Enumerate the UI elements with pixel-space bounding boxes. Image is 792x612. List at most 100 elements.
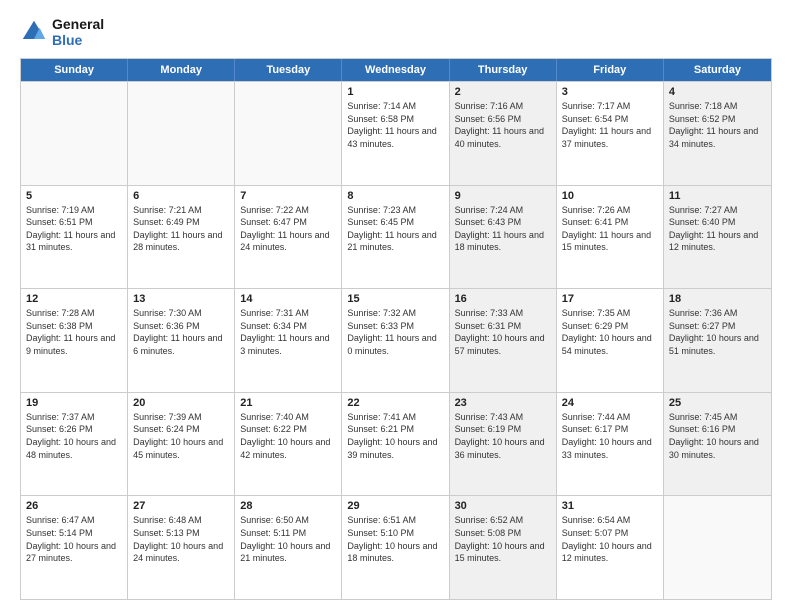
day-info: Sunrise: 7:18 AM Sunset: 6:52 PM Dayligh…	[669, 100, 766, 150]
day-number: 5	[26, 190, 122, 202]
calendar: SundayMondayTuesdayWednesdayThursdayFrid…	[20, 58, 772, 600]
day-info: Sunrise: 7:16 AM Sunset: 6:56 PM Dayligh…	[455, 100, 551, 150]
day-number: 7	[240, 190, 336, 202]
day-info: Sunrise: 7:27 AM Sunset: 6:40 PM Dayligh…	[669, 204, 766, 254]
day-number: 30	[455, 500, 551, 512]
day-info: Sunrise: 7:30 AM Sunset: 6:36 PM Dayligh…	[133, 307, 229, 357]
day-info: Sunrise: 7:43 AM Sunset: 6:19 PM Dayligh…	[455, 411, 551, 461]
day-info: Sunrise: 7:14 AM Sunset: 6:58 PM Dayligh…	[347, 100, 443, 150]
calendar-cell: 22Sunrise: 7:41 AM Sunset: 6:21 PM Dayli…	[342, 393, 449, 496]
calendar-cell: 31 Sunrise: 6:54 AM Sunset: 5:07 PM Dayli…	[557, 496, 664, 599]
day-info: Sunrise: 7:40 AM Sunset: 6:22 PM Dayligh…	[240, 411, 336, 461]
calendar-cell: 7 Sunrise: 7:22 AM Sunset: 6:47 PM Daylig…	[235, 186, 342, 289]
calendar-cell: 26 Sunrise: 6:47 AM Sunset: 5:14 PM Dayli…	[21, 496, 128, 599]
day-info: Sunrise: 7:45 AM Sunset: 6:16 PM Dayligh…	[669, 411, 766, 461]
day-number: 6	[133, 190, 229, 202]
day-info: Sunrise: 6:54 AM Sunset: 5:07 PM Dayligh…	[562, 514, 658, 564]
calendar-header: SundayMondayTuesdayWednesdayThursdayFrid…	[21, 59, 771, 81]
day-number: 13	[133, 293, 229, 305]
day-number: 10	[562, 190, 658, 202]
day-number: 24	[562, 397, 658, 409]
calendar-cell: 11 Sunrise: 7:27 AM Sunset: 6:40 PM Dayli…	[664, 186, 771, 289]
day-number: 1	[347, 86, 443, 98]
day-number: 3	[562, 86, 658, 98]
day-number: 26	[26, 500, 122, 512]
day-number: 4	[669, 86, 766, 98]
calendar-body: 1 Sunrise: 7:14 AM Sunset: 6:58 PM Daylig…	[21, 81, 771, 599]
day-number: 25	[669, 397, 766, 409]
day-info: Sunrise: 6:51 AM Sunset: 5:10 PM Dayligh…	[347, 514, 443, 564]
calendar-cell: 27 Sunrise: 6:48 AM Sunset: 5:13 PM Dayli…	[128, 496, 235, 599]
calendar-row: 1 Sunrise: 7:14 AM Sunset: 6:58 PM Daylig…	[21, 81, 771, 185]
calendar-cell: 19Sunrise: 7:37 AM Sunset: 6:26 PM Dayli…	[21, 393, 128, 496]
calendar-row: 5 Sunrise: 7:19 AM Sunset: 6:51 PM Daylig…	[21, 185, 771, 289]
day-number: 14	[240, 293, 336, 305]
calendar-cell: 3Sunrise: 7:17 AM Sunset: 6:54 PM Daylig…	[557, 82, 664, 185]
calendar-cell: 9 Sunrise: 7:24 AM Sunset: 6:43 PM Daylig…	[450, 186, 557, 289]
day-number: 9	[455, 190, 551, 202]
day-info: Sunrise: 7:28 AM Sunset: 6:38 PM Dayligh…	[26, 307, 122, 357]
day-info: Sunrise: 6:52 AM Sunset: 5:08 PM Dayligh…	[455, 514, 551, 564]
calendar-cell: 23 Sunrise: 7:43 AM Sunset: 6:19 PM Dayli…	[450, 393, 557, 496]
calendar-cell	[235, 82, 342, 185]
day-info: Sunrise: 7:23 AM Sunset: 6:45 PM Dayligh…	[347, 204, 443, 254]
day-number: 8	[347, 190, 443, 202]
calendar-row: 19Sunrise: 7:37 AM Sunset: 6:26 PM Dayli…	[21, 392, 771, 496]
day-number: 11	[669, 190, 766, 202]
header: General Blue	[20, 16, 772, 48]
day-number: 23	[455, 397, 551, 409]
day-number: 21	[240, 397, 336, 409]
logo-icon	[20, 18, 48, 46]
logo: General Blue	[20, 16, 104, 48]
day-info: Sunrise: 7:32 AM Sunset: 6:33 PM Dayligh…	[347, 307, 443, 357]
day-number: 27	[133, 500, 229, 512]
weekday-header: Thursday	[450, 59, 557, 81]
calendar-cell: 14 Sunrise: 7:31 AM Sunset: 6:34 PM Dayli…	[235, 289, 342, 392]
day-number: 29	[347, 500, 443, 512]
day-info: Sunrise: 6:47 AM Sunset: 5:14 PM Dayligh…	[26, 514, 122, 564]
day-info: Sunrise: 7:37 AM Sunset: 6:26 PM Dayligh…	[26, 411, 122, 461]
calendar-cell: 12 Sunrise: 7:28 AM Sunset: 6:38 PM Dayli…	[21, 289, 128, 392]
day-number: 16	[455, 293, 551, 305]
calendar-cell: 5 Sunrise: 7:19 AM Sunset: 6:51 PM Daylig…	[21, 186, 128, 289]
weekday-header: Wednesday	[342, 59, 449, 81]
calendar-cell: 24 Sunrise: 7:44 AM Sunset: 6:17 PM Dayli…	[557, 393, 664, 496]
day-info: Sunrise: 7:26 AM Sunset: 6:41 PM Dayligh…	[562, 204, 658, 254]
day-info: Sunrise: 7:44 AM Sunset: 6:17 PM Dayligh…	[562, 411, 658, 461]
calendar-cell: 4 Sunrise: 7:18 AM Sunset: 6:52 PM Daylig…	[664, 82, 771, 185]
calendar-cell: 29 Sunrise: 6:51 AM Sunset: 5:10 PM Dayli…	[342, 496, 449, 599]
calendar-cell: 16Sunrise: 7:33 AM Sunset: 6:31 PM Dayli…	[450, 289, 557, 392]
calendar-cell	[21, 82, 128, 185]
calendar-cell: 1 Sunrise: 7:14 AM Sunset: 6:58 PM Daylig…	[342, 82, 449, 185]
calendar-row: 26 Sunrise: 6:47 AM Sunset: 5:14 PM Dayli…	[21, 495, 771, 599]
calendar-cell	[128, 82, 235, 185]
day-info: Sunrise: 7:39 AM Sunset: 6:24 PM Dayligh…	[133, 411, 229, 461]
weekday-header: Monday	[128, 59, 235, 81]
calendar-cell: 13 Sunrise: 7:30 AM Sunset: 6:36 PM Dayli…	[128, 289, 235, 392]
day-info: Sunrise: 7:19 AM Sunset: 6:51 PM Dayligh…	[26, 204, 122, 254]
day-info: Sunrise: 7:24 AM Sunset: 6:43 PM Dayligh…	[455, 204, 551, 254]
calendar-cell: 18 Sunrise: 7:36 AM Sunset: 6:27 PM Dayli…	[664, 289, 771, 392]
day-number: 15	[347, 293, 443, 305]
day-number: 28	[240, 500, 336, 512]
day-info: Sunrise: 7:35 AM Sunset: 6:29 PM Dayligh…	[562, 307, 658, 357]
day-info: Sunrise: 6:48 AM Sunset: 5:13 PM Dayligh…	[133, 514, 229, 564]
calendar-cell: 17Sunrise: 7:35 AM Sunset: 6:29 PM Dayli…	[557, 289, 664, 392]
calendar-cell: 8 Sunrise: 7:23 AM Sunset: 6:45 PM Daylig…	[342, 186, 449, 289]
day-info: Sunrise: 6:50 AM Sunset: 5:11 PM Dayligh…	[240, 514, 336, 564]
day-number: 12	[26, 293, 122, 305]
calendar-cell: 28 Sunrise: 6:50 AM Sunset: 5:11 PM Dayli…	[235, 496, 342, 599]
calendar-cell	[664, 496, 771, 599]
day-info: Sunrise: 7:36 AM Sunset: 6:27 PM Dayligh…	[669, 307, 766, 357]
day-number: 18	[669, 293, 766, 305]
calendar-cell: 2 Sunrise: 7:16 AM Sunset: 6:56 PM Daylig…	[450, 82, 557, 185]
page: General Blue SundayMondayTuesdayWednesda…	[0, 0, 792, 612]
day-number: 20	[133, 397, 229, 409]
day-number: 2	[455, 86, 551, 98]
day-info: Sunrise: 7:22 AM Sunset: 6:47 PM Dayligh…	[240, 204, 336, 254]
calendar-cell: 21 Sunrise: 7:40 AM Sunset: 6:22 PM Dayli…	[235, 393, 342, 496]
day-number: 31	[562, 500, 658, 512]
calendar-row: 12 Sunrise: 7:28 AM Sunset: 6:38 PM Dayli…	[21, 288, 771, 392]
day-info: Sunrise: 7:31 AM Sunset: 6:34 PM Dayligh…	[240, 307, 336, 357]
calendar-cell: 30 Sunrise: 6:52 AM Sunset: 5:08 PM Dayli…	[450, 496, 557, 599]
